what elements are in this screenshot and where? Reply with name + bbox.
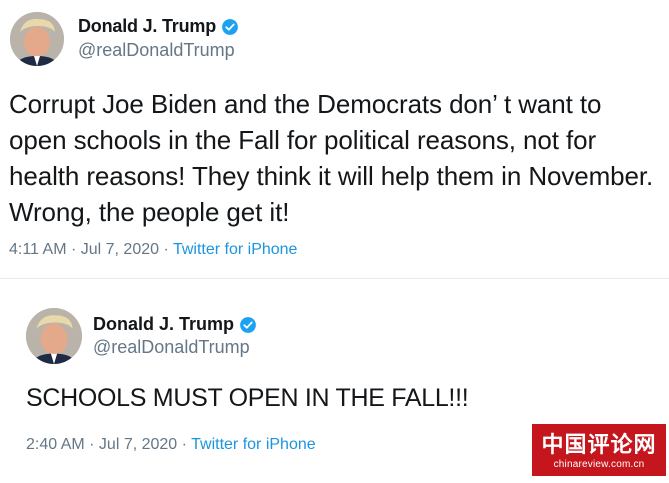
avatar[interactable] <box>26 308 82 364</box>
meta-separator: · <box>66 241 81 258</box>
watermark-title: 中国评论网 <box>541 433 657 458</box>
meta-separator: · <box>159 241 173 258</box>
avatar[interactable] <box>10 12 64 66</box>
tweet-date[interactable]: Jul 7, 2020 <box>81 241 159 258</box>
tweet-text: Corrupt Joe Biden and the Democrats don’… <box>9 89 654 227</box>
tweet-source-link[interactable]: Twitter for iPhone <box>191 436 316 453</box>
meta-separator: · <box>84 436 99 453</box>
tweet-text: SCHOOLS MUST OPEN IN THE FALL!!! <box>26 384 469 412</box>
display-name[interactable]: Donald J. Trump <box>78 16 239 37</box>
display-name-text: Donald J. Trump <box>78 16 217 36</box>
watermark-url: chinareview.com.cn <box>553 459 645 470</box>
handle[interactable]: @realDonaldTrump <box>93 337 250 358</box>
verified-badge-icon <box>222 18 238 35</box>
tweet-source-link[interactable]: Twitter for iPhone <box>173 241 298 258</box>
meta-separator: · <box>177 436 192 453</box>
verified-badge-icon <box>240 316 256 333</box>
tweet-meta: 2:40 AM · Jul 7, 2020 · Twitter for iPho… <box>26 436 316 454</box>
tweet-1: Donald J. Trump @realDonaldTrump Corrupt… <box>0 0 669 278</box>
display-name[interactable]: Donald J. Trump <box>93 314 257 335</box>
tweet-meta: 4:11 AM · Jul 7, 2020 · Twitter for iPho… <box>9 241 297 259</box>
tweet-time[interactable]: 2:40 AM <box>26 436 85 453</box>
display-name-text: Donald J. Trump <box>93 314 235 334</box>
watermark-logo: 中国评论网 chinareview.com.cn <box>532 424 666 476</box>
tweet-date[interactable]: Jul 7, 2020 <box>99 436 177 453</box>
handle[interactable]: @realDonaldTrump <box>78 40 235 61</box>
tweet-screenshot: Donald J. Trump @realDonaldTrump Corrupt… <box>0 0 669 483</box>
divider <box>0 278 669 279</box>
tweet-time[interactable]: 4:11 AM <box>9 241 67 258</box>
